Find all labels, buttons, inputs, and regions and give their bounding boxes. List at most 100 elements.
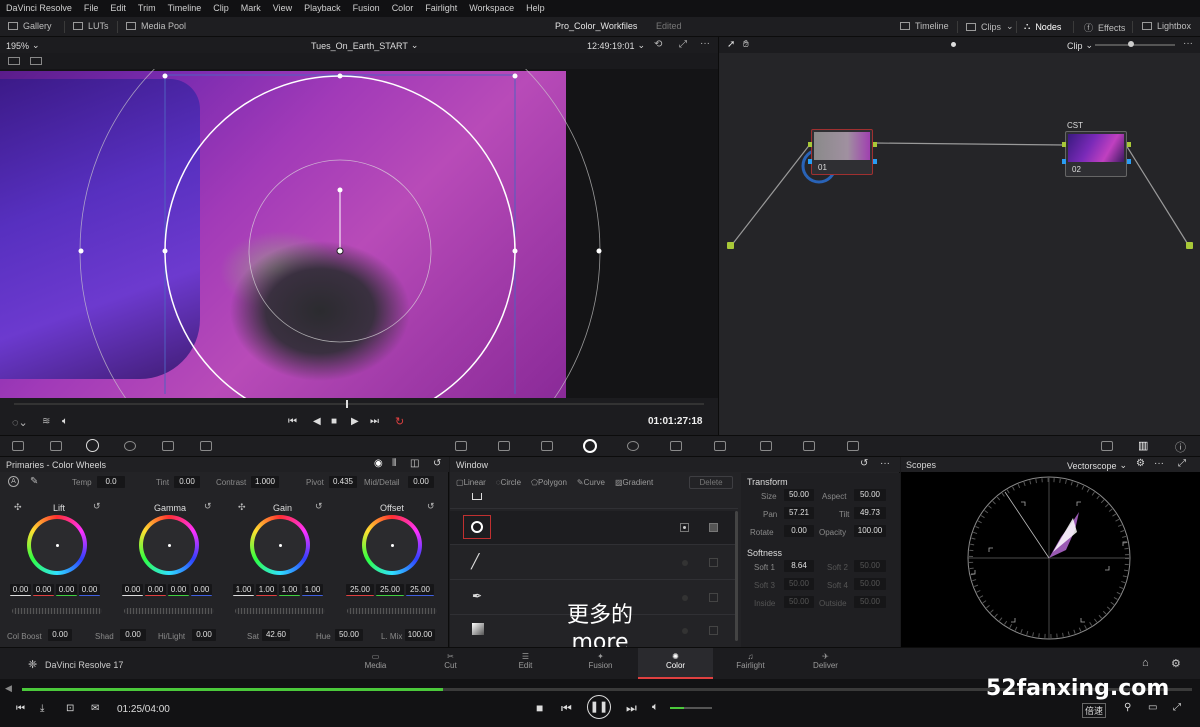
- lmix-field[interactable]: 100.00: [405, 629, 435, 641]
- expand-icon[interactable]: ⤢: [1178, 458, 1186, 469]
- menu-item-mark[interactable]: Mark: [235, 0, 267, 17]
- 3d-icon[interactable]: [847, 441, 859, 451]
- more-options-icon[interactable]: ···: [1183, 38, 1193, 49]
- soft3-field[interactable]: 50.00: [784, 578, 814, 590]
- menu-item-workspace[interactable]: Workspace: [463, 0, 520, 17]
- page-tab-edit[interactable]: ☰ Edit: [488, 648, 563, 679]
- menu-item-app[interactable]: DaVinci Resolve: [0, 0, 78, 17]
- more-options-icon[interactable]: ···: [880, 458, 890, 469]
- colboost-field[interactable]: 0.00: [48, 629, 72, 641]
- page-tab-fairlight[interactable]: ♫ Fairlight: [713, 648, 788, 679]
- play-reverse-icon[interactable]: ◀: [313, 416, 321, 427]
- offset-b-field[interactable]: 25.00: [406, 584, 434, 596]
- middetail-field[interactable]: 0.00: [408, 476, 434, 488]
- lift-b-field[interactable]: 0.00: [79, 584, 100, 596]
- eyedropper-icon[interactable]: ✎: [30, 476, 38, 487]
- temp-field[interactable]: 0.0: [97, 476, 125, 488]
- outside-field[interactable]: 50.00: [854, 596, 886, 608]
- lift-y-field[interactable]: 0.00: [10, 584, 31, 596]
- gamma-wheel[interactable]: [139, 515, 199, 575]
- output-node[interactable]: [1186, 242, 1193, 249]
- gain-g-field[interactable]: 1.00: [279, 584, 300, 596]
- color-wheels-icon[interactable]: [86, 439, 99, 452]
- gamma-reset-icon[interactable]: ↺: [204, 501, 212, 512]
- lift-wheel-dot[interactable]: [55, 543, 59, 547]
- source-input-node[interactable]: [727, 242, 734, 249]
- volume-slider[interactable]: [670, 707, 712, 709]
- tint-field[interactable]: 0.00: [174, 476, 200, 488]
- page-tab-deliver[interactable]: ✈ Deliver: [788, 648, 863, 679]
- wheels-mode-icon[interactable]: ◉: [374, 458, 383, 469]
- stop-icon[interactable]: ■: [331, 416, 337, 427]
- menu-item-color[interactable]: Color: [386, 0, 420, 17]
- more-options-icon[interactable]: ···: [1154, 458, 1164, 469]
- offset-g-field[interactable]: 25.00: [376, 584, 404, 596]
- size-field[interactable]: 50.00: [784, 489, 814, 501]
- home-icon[interactable]: ⌂: [1142, 657, 1149, 669]
- gamma-wheel-dot[interactable]: [167, 543, 171, 547]
- opacity-field[interactable]: 100.00: [854, 525, 886, 537]
- hdr-wheels-icon[interactable]: [124, 441, 136, 451]
- stop-icon[interactable]: ■: [536, 701, 543, 715]
- menu-item-playback[interactable]: Playback: [298, 0, 347, 17]
- gamma-g-field[interactable]: 0.00: [168, 584, 189, 596]
- curve-window-mask-toggle[interactable]: [709, 593, 718, 602]
- menu-item-fusion[interactable]: Fusion: [347, 0, 386, 17]
- layers-icon[interactable]: ≋: [42, 416, 50, 427]
- gain-y-field[interactable]: 1.00: [233, 584, 254, 596]
- delete-window-button[interactable]: Delete: [689, 476, 733, 489]
- circle-window-mask-toggle[interactable]: [709, 523, 718, 532]
- luts-button[interactable]: LUTs: [73, 21, 109, 31]
- node-01-key-input[interactable]: [808, 159, 812, 164]
- aspect-field[interactable]: 50.00: [854, 489, 886, 501]
- circle-window-invert-toggle[interactable]: [680, 523, 689, 532]
- node-zoom-slider[interactable]: [1095, 44, 1175, 46]
- auto-balance-icon[interactable]: A: [8, 476, 19, 487]
- rotate-field[interactable]: 0.00: [784, 525, 814, 537]
- gamma-y-field[interactable]: 0.00: [122, 584, 143, 596]
- node-01-input[interactable]: [808, 142, 812, 147]
- gain-picker-icon[interactable]: ✣: [238, 502, 246, 513]
- color-warper-icon[interactable]: [498, 441, 510, 451]
- gallery-button[interactable]: Gallery: [8, 21, 52, 31]
- offset-wheel-dot[interactable]: [390, 543, 394, 547]
- polygon-tool-button[interactable]: ⬠Polygon: [531, 478, 567, 487]
- node-01[interactable]: 01: [808, 129, 877, 175]
- toggle-dot-icon[interactable]: [682, 560, 688, 566]
- soft4-field[interactable]: 50.00: [854, 578, 886, 590]
- lift-master-wheel[interactable]: [12, 608, 102, 614]
- motion-effects-icon[interactable]: [200, 441, 212, 451]
- window-mode-icon[interactable]: ▭: [1148, 702, 1157, 713]
- gradient-window-mask-toggle[interactable]: [709, 626, 718, 635]
- scopes-icon[interactable]: ▥: [1138, 439, 1148, 452]
- clip-name-select[interactable]: Tues_On_Earth_START ⌄: [311, 40, 418, 51]
- offset-master-wheel[interactable]: [347, 608, 437, 614]
- gain-b-field[interactable]: 1.00: [302, 584, 323, 596]
- page-tab-color[interactable]: ✺ Color: [638, 648, 713, 679]
- scope-settings-icon[interactable]: ⚙: [1136, 458, 1145, 469]
- blur-icon[interactable]: [714, 441, 726, 451]
- qualifier-icon[interactable]: [541, 441, 553, 451]
- toggle-dot-icon[interactable]: [682, 595, 688, 601]
- media-pool-button[interactable]: Media Pool: [126, 21, 186, 31]
- volume-icon[interactable]: 🔈︎: [652, 701, 659, 714]
- menu-item-trim[interactable]: Trim: [132, 0, 162, 17]
- sizing-icon[interactable]: [803, 441, 815, 451]
- color-match-icon[interactable]: [50, 441, 62, 451]
- zoom-select[interactable]: 195% ⌄: [6, 40, 40, 51]
- node-graph[interactable]: 01 CST 02: [718, 53, 1200, 435]
- log-mode-icon[interactable]: ◫: [410, 458, 419, 469]
- lift-picker-icon[interactable]: ✣: [14, 502, 22, 513]
- node-zoom-slider-thumb[interactable]: [1128, 41, 1134, 47]
- seek-back-icon[interactable]: ◀: [5, 683, 12, 694]
- viewer-mode-icon[interactable]: [8, 57, 20, 65]
- hilight-field[interactable]: 0.00: [192, 629, 216, 641]
- tilt-field[interactable]: 49.73: [854, 507, 886, 519]
- menu-item-timeline[interactable]: Timeline: [162, 0, 208, 17]
- bars-mode-icon[interactable]: ⦀: [392, 458, 396, 469]
- menu-item-clip[interactable]: Clip: [207, 0, 235, 17]
- lightbox-button[interactable]: Lightbox: [1142, 21, 1191, 31]
- contrast-field[interactable]: 1.000: [251, 476, 279, 488]
- gain-wheel-dot[interactable]: [278, 543, 282, 547]
- soft2-field[interactable]: 50.00: [854, 560, 886, 572]
